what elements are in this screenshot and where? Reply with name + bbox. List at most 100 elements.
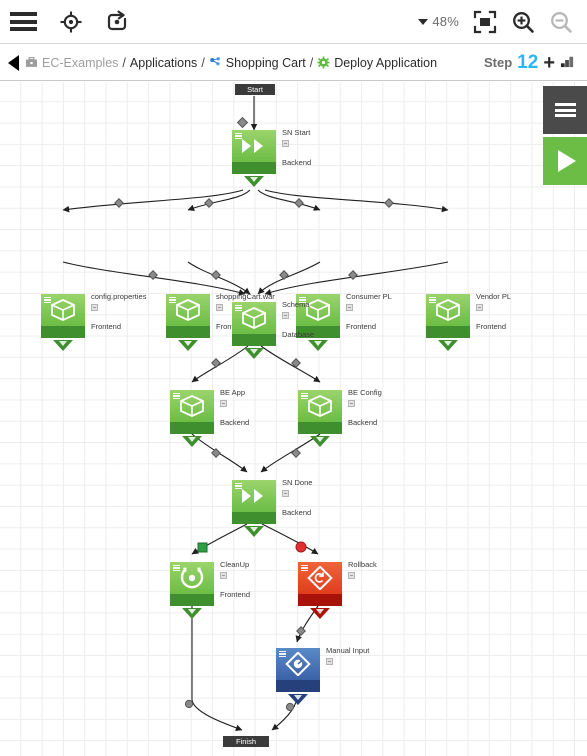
rollback-diamond-icon <box>298 562 342 594</box>
node-tail <box>182 606 202 619</box>
side-menu-button[interactable] <box>543 86 587 134</box>
node-schema[interactable]: Schema Database <box>232 300 314 359</box>
node-tail <box>178 338 198 351</box>
fit-to-screen-icon[interactable] <box>473 10 497 34</box>
node-detail-icon[interactable] <box>348 400 355 407</box>
node-title: config.properties <box>91 292 147 301</box>
node-manual-input[interactable]: Manual Input <box>276 646 369 705</box>
zoom-out-icon[interactable] <box>549 10 573 34</box>
node-vendor-pl[interactable]: Vendor PL Frontend <box>426 292 511 351</box>
node-tail <box>53 338 73 351</box>
briefcase-icon <box>25 56 38 69</box>
step-indicator: Step 12 + <box>484 53 579 73</box>
cube-icon <box>166 294 210 326</box>
run-button[interactable] <box>543 137 587 185</box>
node-sn-start[interactable]: SN Start Backend <box>232 128 311 187</box>
back-arrow-icon[interactable] <box>8 54 19 71</box>
node-detail-icon[interactable] <box>220 572 227 579</box>
cube-icon <box>232 302 276 334</box>
node-title: BE Config <box>348 388 382 397</box>
node-title: BE App <box>220 388 246 397</box>
node-subtitle: Frontend <box>91 322 122 331</box>
node-subtitle: Backend <box>282 158 312 167</box>
step-label: Step <box>484 55 513 70</box>
breadcrumb-separator: / <box>122 55 126 70</box>
node-tail <box>310 606 330 619</box>
node-config-properties[interactable]: config.properties Frontend <box>41 292 146 351</box>
node-detail-icon[interactable] <box>348 572 355 579</box>
side-action-panel <box>543 86 587 185</box>
node-title: Vendor PL <box>476 292 512 301</box>
node-shoppingcart-war[interactable]: shoppingCart.war Frontend <box>166 292 275 351</box>
node-cleanup[interactable]: CleanUp Frontend <box>170 560 250 619</box>
node-title: shoppingCart.war <box>216 292 275 301</box>
node-title: Consumer PL <box>346 292 392 301</box>
node-detail-icon[interactable] <box>220 400 227 407</box>
step-number: 12 <box>517 52 539 73</box>
breadcrumb-item-applications[interactable]: Applications <box>130 56 197 70</box>
node-be-app[interactable]: BE App Backend <box>170 388 249 447</box>
node-be-config[interactable]: BE Config Backend <box>298 388 382 447</box>
node-sn-done[interactable]: SN Done Backend <box>232 478 312 537</box>
zoom-level-dropdown[interactable]: 48% <box>418 14 459 29</box>
node-detail-icon[interactable] <box>91 304 98 311</box>
finish-node[interactable]: Finish <box>223 736 269 747</box>
chevrons-icon <box>232 130 276 162</box>
node-title: SN Done <box>282 478 313 487</box>
breadcrumb-separator: / <box>201 55 205 70</box>
finish-node-label: Finish <box>235 737 256 746</box>
manual-diamond-icon <box>276 648 320 680</box>
node-title: CleanUp <box>220 560 250 569</box>
node-subtitle: Frontend <box>346 322 377 331</box>
node-detail-icon[interactable] <box>346 304 353 311</box>
node-title: SN Start <box>282 128 311 137</box>
node-tail <box>244 174 264 187</box>
node-subtitle: Backend <box>348 418 378 427</box>
cube-icon <box>170 390 214 422</box>
node-title: Manual Input <box>326 646 370 655</box>
start-node-label: Start <box>247 85 263 94</box>
node-tail <box>438 338 458 351</box>
node-detail-icon[interactable] <box>476 304 483 311</box>
cube-icon <box>41 294 85 326</box>
node-subtitle: Backend <box>220 418 250 427</box>
breadcrumb-separator: / <box>309 55 314 70</box>
breadcrumb-item-deploy-application[interactable]: Deploy Application <box>334 56 437 70</box>
add-step-icon[interactable] <box>560 53 575 73</box>
chevron-down-icon <box>418 18 429 25</box>
refresh-rotate-icon[interactable] <box>105 10 129 34</box>
node-tail <box>308 338 328 351</box>
application-icon <box>209 56 222 69</box>
breadcrumb-item-shopping-cart[interactable]: Shopping Cart <box>226 56 306 70</box>
cube-icon <box>296 294 340 326</box>
node-subtitle: Database <box>282 330 315 339</box>
node-subtitle: Frontend <box>220 590 251 599</box>
node-tail <box>182 434 202 447</box>
node-detail-icon[interactable] <box>216 304 223 311</box>
node-detail-icon[interactable] <box>282 490 289 497</box>
node-rollback[interactable]: Rollback <box>298 560 377 619</box>
zoom-level-value: 48% <box>432 14 459 29</box>
chevrons-icon <box>232 480 276 512</box>
node-tail <box>244 346 264 359</box>
top-toolbar: 48% <box>0 0 587 44</box>
node-tail <box>310 434 330 447</box>
zoom-in-icon[interactable] <box>511 10 535 34</box>
node-title: Schema <box>282 300 310 309</box>
add-step-button[interactable]: + <box>543 53 555 73</box>
node-subtitle: Backend <box>282 508 312 517</box>
workflow-canvas[interactable]: Start SN Start Backend config.properties… <box>0 82 587 756</box>
node-tail <box>244 524 264 537</box>
cube-icon <box>426 294 470 326</box>
run-play-icon <box>558 150 576 172</box>
cube-icon <box>298 390 342 422</box>
crosshair-target-icon[interactable] <box>59 10 83 34</box>
node-detail-icon[interactable] <box>282 140 289 147</box>
hamburger-menu-icon[interactable] <box>10 12 37 31</box>
node-tail <box>288 692 308 705</box>
breadcrumb-item-ec-examples[interactable]: EC-Examples <box>42 56 118 70</box>
node-detail-icon[interactable] <box>326 658 333 665</box>
gear-icon <box>317 56 330 69</box>
start-node[interactable]: Start <box>235 84 275 95</box>
node-detail-icon[interactable] <box>282 312 289 319</box>
